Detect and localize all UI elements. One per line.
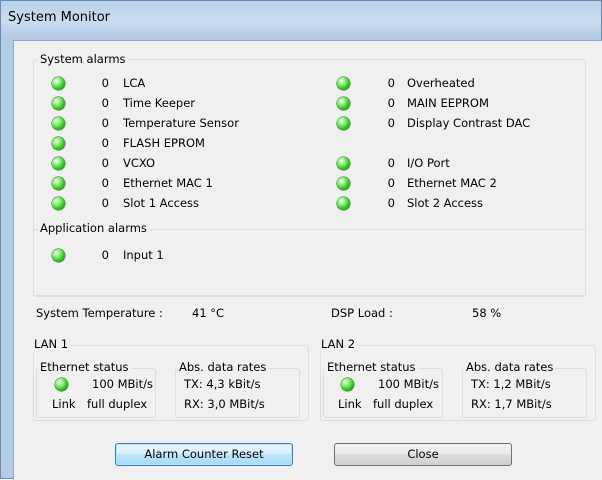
- alarm-count: 0: [101, 176, 109, 190]
- lan1-rx-rate: RX: 3,0 MBit/s: [184, 397, 265, 411]
- status-led-icon: [52, 177, 65, 190]
- alarm-count: 0: [101, 156, 109, 170]
- alarm-label: Slot 1 Access: [123, 196, 200, 210]
- lan2-ethernet-status-legend: Ethernet status: [325, 360, 418, 374]
- alarm-label: Temperature Sensor: [123, 116, 239, 130]
- alarm-count: 0: [101, 196, 109, 210]
- application-alarms-legend: Application alarms: [38, 221, 149, 235]
- lan1-tx-rate: TX: 4,3 kBit/s: [184, 377, 261, 391]
- lan1-data-rates-legend: Abs. data rates: [177, 360, 269, 374]
- status-led-icon: [337, 117, 350, 130]
- status-led-icon: [52, 117, 65, 130]
- alarm-label: Ethernet MAC 1: [123, 176, 213, 190]
- alarm-label: Display Contrast DAC: [407, 116, 531, 130]
- alarm-label: Ethernet MAC 2: [407, 176, 497, 190]
- alarm-label: FLASH EPROM: [123, 136, 205, 150]
- lan2-legend: LAN 2: [319, 337, 358, 351]
- alarm-count: 0: [387, 156, 395, 170]
- lan2-link-label: Link: [338, 397, 362, 411]
- alarm-label: VCXO: [123, 156, 156, 170]
- alarm-count: 0: [387, 176, 395, 190]
- dialog-client-area: System alarms Application alarms 0 LCA 0…: [13, 40, 602, 480]
- dsp-load-label: DSP Load :: [331, 306, 393, 320]
- alarm-label: Input 1: [123, 248, 164, 262]
- lan1-speed: 100 MBit/s: [92, 377, 153, 391]
- lan1-ethernet-status-legend: Ethernet status: [38, 360, 131, 374]
- alarm-label: Slot 2 Access: [407, 196, 484, 210]
- alarm-count: 0: [101, 116, 109, 130]
- alarm-label: Overheated: [407, 76, 475, 90]
- status-led-icon: [52, 197, 65, 210]
- status-led-icon: [337, 97, 350, 110]
- system-temperature-value: 41 °C: [192, 306, 225, 320]
- alarm-label: MAIN EEPROM: [407, 96, 489, 110]
- alarm-count: 0: [101, 136, 109, 150]
- alarm-count: 0: [101, 96, 109, 110]
- alarm-label: I/O Port: [407, 156, 450, 170]
- alarm-count: 0: [387, 116, 395, 130]
- status-led-icon: [52, 137, 65, 150]
- alarm-count: 0: [387, 76, 395, 90]
- close-button[interactable]: Close: [334, 443, 512, 466]
- status-led-icon: [337, 177, 350, 190]
- status-led-icon: [337, 197, 350, 210]
- window-frame: System Monitor System alarms Application…: [0, 0, 602, 480]
- status-led-icon: [52, 97, 65, 110]
- dsp-load-value: 58 %: [472, 306, 502, 320]
- alarm-label: Time Keeper: [123, 96, 196, 110]
- lan1-link-led-icon: [55, 378, 68, 391]
- alarm-label: LCA: [123, 76, 146, 90]
- lan2-tx-rate: TX: 1,2 MBit/s: [471, 377, 551, 391]
- system-temperature-label: System Temperature :: [36, 306, 163, 320]
- status-led-icon: [52, 157, 65, 170]
- lan2-data-rates-legend: Abs. data rates: [464, 360, 556, 374]
- lan2-speed: 100 MBit/s: [378, 377, 439, 391]
- alarms-group: System alarms Application alarms: [33, 52, 586, 297]
- lan2-rx-rate: RX: 1,7 MBit/s: [471, 397, 552, 411]
- status-led-icon: [337, 77, 350, 90]
- lan1-duplex: full duplex: [87, 397, 148, 411]
- lan2-link-led-icon: [341, 378, 354, 391]
- status-led-icon: [52, 249, 65, 262]
- status-led-icon: [337, 157, 350, 170]
- alarm-count: 0: [101, 76, 109, 90]
- alarm-count: 0: [101, 248, 109, 262]
- alarm-counter-reset-button[interactable]: Alarm Counter Reset: [115, 443, 293, 466]
- alarm-count: 0: [387, 96, 395, 110]
- status-divider-top: [33, 295, 586, 296]
- alarm-count: 0: [387, 196, 395, 210]
- window-title: System Monitor: [8, 10, 111, 25]
- lan1-legend: LAN 1: [32, 337, 71, 351]
- status-led-icon: [52, 77, 65, 90]
- system-alarms-legend: System alarms: [38, 52, 128, 66]
- lan1-link-label: Link: [52, 397, 76, 411]
- lan2-duplex: full duplex: [373, 397, 434, 411]
